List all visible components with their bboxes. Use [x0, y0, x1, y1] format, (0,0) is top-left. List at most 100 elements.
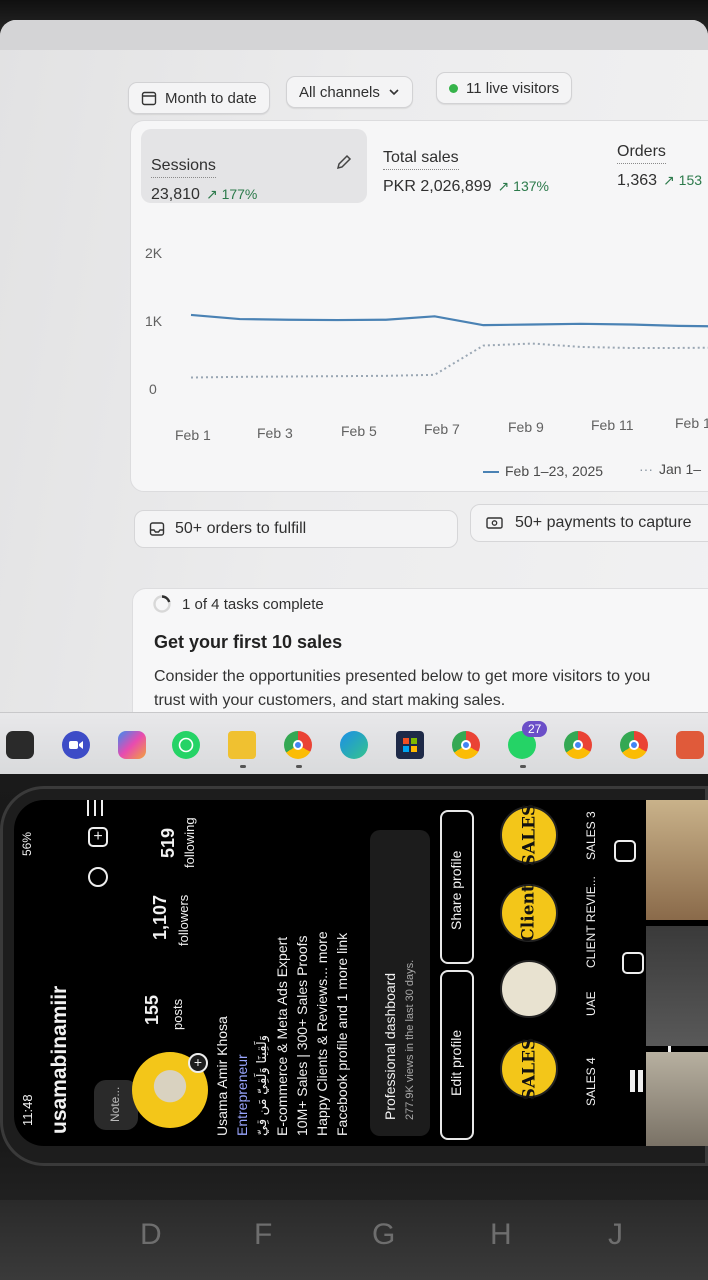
running-indicator: [240, 765, 246, 768]
channels-label: All channels: [299, 83, 380, 101]
chrome-center-icon: [461, 740, 471, 750]
x-tick-label: Feb 9: [508, 419, 544, 435]
payments-to-capture-button[interactable]: 50+ payments to capture: [470, 504, 708, 542]
posts-count: 155: [142, 994, 162, 1025]
dashboard-subtitle: 277.9K views in the last 30 days.: [404, 959, 416, 1120]
menu-hamburger-icon[interactable]: [84, 800, 106, 818]
sessions-change-value: 177%: [221, 186, 258, 202]
keyboard: [0, 1200, 708, 1280]
legend-previous-period: ··· Jan 1–: [639, 461, 701, 477]
tasks-progress: 1 of 4 tasks complete: [152, 594, 324, 614]
dashboard-title: Professional dashboard: [382, 972, 398, 1120]
tasks-body-line-2: trust with your customers, and start mak…: [154, 692, 506, 709]
highlight-client-reviews[interactable]: Client: [500, 884, 558, 942]
file-explorer-icon[interactable]: [228, 731, 256, 759]
date-range-button[interactable]: Month to date: [128, 82, 270, 114]
chrome-center-icon: [293, 740, 303, 750]
series-line-current: [190, 313, 708, 328]
highlight-label: UAE: [584, 991, 598, 1016]
edit-pencil-icon[interactable]: [335, 153, 353, 171]
highlight-badge: SALES: [519, 1037, 539, 1101]
chrome-profile-2-icon[interactable]: [452, 731, 480, 759]
y-tick-label: 2K: [145, 245, 163, 261]
total-sales-change-value: 137%: [513, 178, 549, 194]
monitor-screen: Month to date All channels 11 live visit…: [0, 20, 708, 780]
running-indicator: [520, 765, 526, 768]
x-tick-label: Feb 1: [175, 427, 211, 443]
highlight-label: CLIENT REVIE...: [584, 876, 598, 968]
orders-to-fulfill-button[interactable]: 50+ orders to fulfill: [134, 510, 458, 548]
key-d[interactable]: D: [140, 1218, 162, 1252]
microsoft-store-icon[interactable]: [396, 731, 424, 759]
x-tick-label: Feb 1: [675, 415, 708, 431]
analytics-card: Sessions 23,810 ↗ 177% Total sales PKR 2,…: [130, 120, 708, 492]
edge-icon[interactable]: [340, 731, 368, 759]
professional-dashboard-card[interactable]: [370, 830, 430, 1136]
x-tick-label: Feb 7: [424, 421, 460, 437]
highlight-badge: Client: [519, 884, 540, 942]
sessions-value: 23,810 ↗ 177%: [151, 186, 257, 204]
y-tick-label: 0: [149, 381, 157, 397]
bio-line-2: 10M+ Sales | 300+ Sales Proofs: [294, 935, 310, 1136]
total-sales-label: Total sales: [383, 149, 459, 170]
metric-tab-sessions[interactable]: Sessions 23,810 ↗ 177%: [151, 157, 257, 204]
total-sales-value: PKR 2,026,899 ↗ 137%: [383, 178, 549, 196]
whatsapp-icon[interactable]: [172, 731, 200, 759]
threads-icon[interactable]: [88, 867, 108, 887]
x-tick-label: Feb 3: [257, 425, 293, 441]
channels-select[interactable]: All channels: [286, 76, 413, 108]
chrome-icon[interactable]: [284, 731, 312, 759]
sessions-line-chart: [190, 313, 708, 379]
reels-tab-icon[interactable]: [622, 952, 644, 974]
live-indicator-icon: [449, 83, 458, 93]
tasks-progress-label: 1 of 4 tasks complete: [182, 595, 324, 613]
tasks-body-line-1: Consider the opportunities presented bel…: [154, 668, 651, 685]
highlight-label: SALES 3: [584, 811, 598, 860]
payments-to-capture-label: 50+ payments to capture: [515, 514, 692, 531]
highlight-badge: SALES: [519, 803, 539, 867]
calendar-icon: [141, 91, 157, 106]
chevron-down-icon: [389, 89, 399, 96]
progress-ring-icon: [153, 595, 171, 613]
bio-line-4[interactable]: Facebook profile and 1 more link: [334, 933, 350, 1136]
orders-label: Orders: [617, 143, 666, 164]
series-line-previous: [190, 342, 708, 379]
key-h[interactable]: H: [490, 1218, 512, 1252]
metric-tab-orders[interactable]: Orders 1,363 ↗ 153: [617, 143, 702, 190]
meet-video-icon[interactable]: [62, 731, 90, 759]
total-sales-change: ↗ 137%: [497, 178, 549, 194]
following-label: following: [182, 817, 197, 868]
copilot-icon[interactable]: [118, 731, 146, 759]
sessions-label: Sessions: [151, 157, 216, 178]
post-thumbnail[interactable]: [646, 926, 708, 1046]
legend-previous-label: Jan 1–: [659, 461, 702, 477]
chrome-profile-4-icon[interactable]: [620, 731, 648, 759]
key-g[interactable]: G: [372, 1218, 395, 1252]
live-visitors-button[interactable]: 11 live visitors: [436, 72, 573, 104]
bio-line-3[interactable]: Happy Clients & Reviews... more: [314, 931, 330, 1136]
tagged-tab-icon[interactable]: [614, 840, 636, 862]
highlight-sales-4[interactable]: SALES: [500, 1037, 558, 1101]
bio-arabic: وَلَقِينَا وَلَقِيّ مَن قِيّ: [254, 1034, 269, 1136]
task-view-icon[interactable]: [6, 731, 34, 759]
create-post-icon[interactable]: +: [88, 827, 108, 847]
phone-glyph-icon: [178, 737, 194, 753]
key-f[interactable]: F: [254, 1218, 272, 1252]
legend-solid-swatch: [483, 471, 499, 474]
whatsapp-unread-badge: 27: [522, 721, 548, 737]
edit-profile-label: Edit profile: [448, 1029, 464, 1096]
orders-value: 1,363 ↗ 153: [617, 172, 702, 190]
highlight-sales-3[interactable]: SALES: [500, 803, 558, 867]
highlight-uae[interactable]: [500, 960, 558, 1018]
metric-tab-total-sales[interactable]: Total sales PKR 2,026,899 ↗ 137%: [383, 149, 549, 196]
post-thumbnail[interactable]: [646, 1052, 708, 1146]
download-app-icon[interactable]: [676, 731, 704, 759]
key-j[interactable]: J: [608, 1218, 623, 1252]
profile-username: usamabinamiir: [48, 985, 71, 1134]
status-bar-battery: 56%: [20, 831, 34, 856]
note-text: Note...: [108, 1086, 122, 1122]
post-thumbnail[interactable]: [646, 800, 708, 920]
add-story-icon[interactable]: +: [188, 1053, 208, 1073]
chrome-profile-3-icon[interactable]: [564, 731, 592, 759]
legend-current-period: Feb 1–23, 2025: [483, 463, 603, 479]
